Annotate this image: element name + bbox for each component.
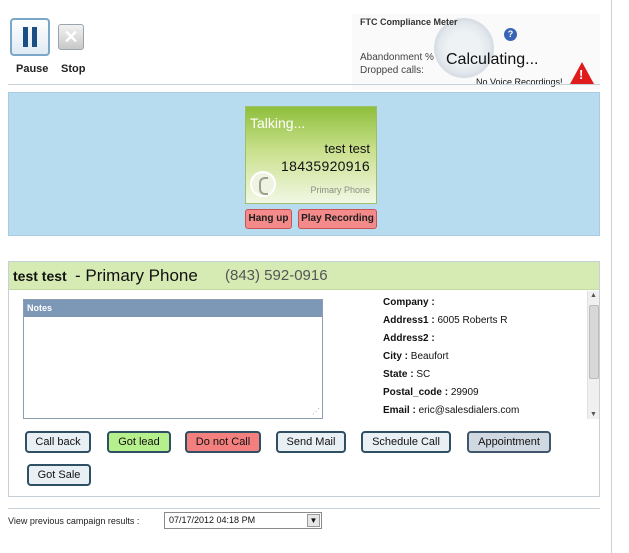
caller-name: test test — [324, 141, 370, 156]
close-icon: ✕ — [63, 27, 79, 47]
detail-value: 6005 Roberts R — [437, 315, 508, 326]
chevron-down-icon[interactable]: ▼ — [307, 514, 320, 527]
no-recordings-text: No Voice Recordings! — [476, 77, 563, 87]
phone-icon — [250, 171, 276, 197]
lead-panel: test test - Primary Phone (843) 592-0916… — [8, 261, 600, 497]
details-scrollbar[interactable]: ▲ ▼ — [587, 291, 599, 419]
selected-value: 07/17/2012 04:18 PM — [169, 515, 256, 525]
schedule-call-button[interactable]: Schedule Call — [361, 431, 451, 453]
detail-row-state: State : SC — [383, 366, 583, 384]
detail-row-postal: Postal_code : 29909 — [383, 384, 583, 402]
lead-phone-type: - Primary Phone — [75, 266, 198, 285]
lead-details: Company : Address1 : 6005 Roberts R Addr… — [383, 294, 583, 420]
caller-number: 18435920916 — [281, 158, 370, 174]
detail-row-city: City : Beaufort — [383, 348, 583, 366]
dialer-window: ✕ Pause Stop FTC Compliance Meter Abando… — [0, 0, 612, 553]
detail-row-address1: Address1 : 6005 Roberts R — [383, 312, 583, 330]
notes-textarea[interactable] — [24, 317, 322, 417]
footer-divider — [8, 508, 600, 509]
detail-value: eric@salesdialers.com — [418, 405, 520, 416]
previous-results-select[interactable]: 07/17/2012 04:18 PM ▼ — [164, 512, 322, 529]
ftc-seal-icon — [434, 18, 494, 78]
abandonment-label: Abandonment % — [360, 52, 434, 63]
detail-label: Company : — [383, 297, 435, 308]
ftc-compliance-meter: FTC Compliance Meter Abandonment % Dropp… — [352, 14, 600, 90]
detail-label: Address1 : — [383, 315, 435, 326]
pause-icon — [23, 27, 28, 47]
call-card: Talking... test test 18435920916 Primary… — [245, 106, 377, 204]
notes-title: Notes — [24, 300, 322, 317]
scroll-up-icon[interactable]: ▲ — [590, 292, 597, 299]
detail-row-email: Email : eric@salesdialers.com — [383, 402, 583, 420]
send-mail-button[interactable]: Send Mail — [276, 431, 346, 453]
lead-phone: (843) 592-0916 — [225, 267, 328, 284]
top-divider — [8, 84, 600, 85]
stop-label: Stop — [61, 63, 86, 75]
detail-value: SC — [416, 369, 431, 380]
warning-icon: ! — [570, 62, 594, 84]
notes-box[interactable]: Notes ⋰ — [23, 299, 323, 419]
hang-up-button[interactable]: Hang up — [245, 209, 292, 229]
pause-icon-bar — [32, 27, 37, 47]
ftc-status: Calculating... — [446, 51, 539, 68]
got-lead-button[interactable]: Got lead — [107, 431, 171, 453]
scroll-down-icon[interactable]: ▼ — [590, 411, 597, 418]
lead-name: test test — [13, 268, 67, 284]
pause-button[interactable] — [10, 18, 50, 56]
warning-icon-glyph: ! — [579, 67, 584, 82]
call-status: Talking... — [250, 115, 306, 131]
play-recording-button[interactable]: Play Recording — [298, 209, 377, 229]
detail-label: Address2 : — [383, 333, 435, 344]
dropped-calls-label: Dropped calls: — [360, 65, 424, 76]
resize-grip-icon[interactable]: ⋰ — [312, 407, 320, 416]
call-back-button[interactable]: Call back — [25, 431, 91, 453]
detail-label: City : — [383, 351, 408, 362]
detail-row-company: Company : — [383, 294, 583, 312]
previous-results-label: View previous campaign results : — [8, 516, 140, 526]
detail-label: State : — [383, 369, 414, 380]
stop-button[interactable]: ✕ — [58, 24, 84, 50]
detail-label: Postal_code : — [383, 387, 449, 398]
call-panel: Talking... test test 18435920916 Primary… — [8, 92, 600, 236]
pause-label: Pause — [16, 63, 49, 75]
ftc-title: FTC Compliance Meter — [360, 17, 458, 27]
lead-header: test test - Primary Phone (843) 592-0916 — [9, 262, 599, 290]
detail-label: Email : — [383, 405, 416, 416]
detail-value: 29909 — [450, 387, 479, 398]
detail-value: Beaufort — [410, 351, 449, 362]
do-not-call-button[interactable]: Do not Call — [185, 431, 261, 453]
got-sale-button[interactable]: Got Sale — [27, 464, 91, 486]
phone-type: Primary Phone — [310, 185, 370, 195]
scrollbar-thumb[interactable] — [589, 305, 599, 379]
appointment-button[interactable]: Appointment — [467, 431, 551, 453]
help-icon[interactable]: ? — [504, 28, 517, 41]
detail-row-address2: Address2 : — [383, 330, 583, 348]
